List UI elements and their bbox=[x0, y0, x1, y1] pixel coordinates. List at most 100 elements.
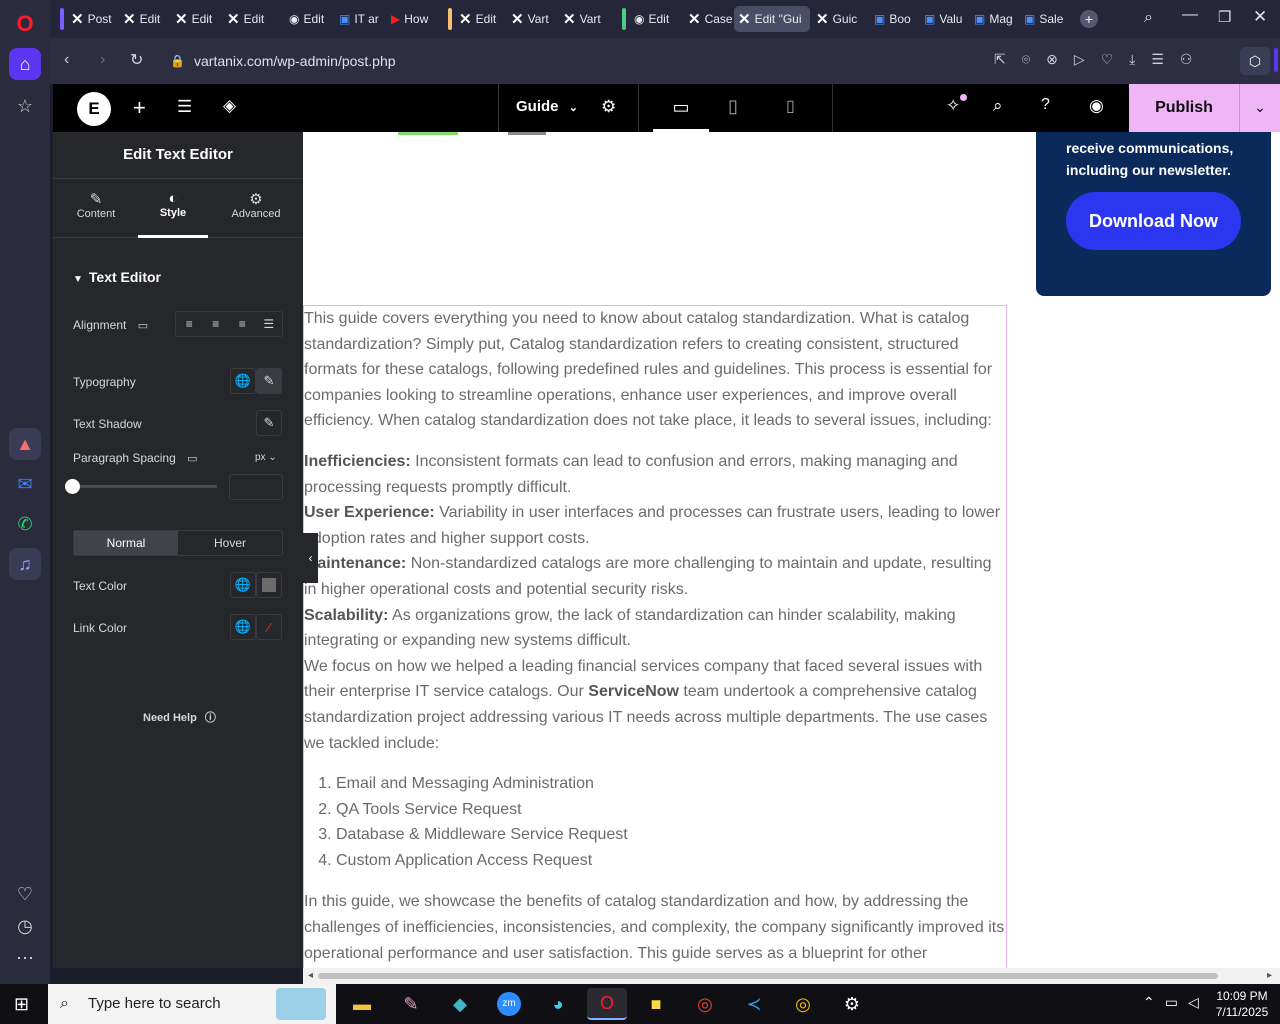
spacing-slider-track[interactable] bbox=[73, 485, 217, 488]
page-name-dropdown[interactable]: Guide ⌄ bbox=[516, 98, 578, 115]
tab-strip: ✕ Post ✕ Edit ✕ Edit ✕ Edit ◉ Edit ▣ IT ar ▶ Ho… bbox=[50, 0, 1280, 38]
star-icon[interactable]: ☆ bbox=[9, 90, 41, 122]
history-icon[interactable]: ◷ bbox=[9, 910, 41, 942]
need-help-link[interactable]: Need Help ⓘ bbox=[143, 709, 216, 725]
browser-tab[interactable]: ✕ Post bbox=[67, 6, 117, 32]
scroll-right-icon[interactable]: ▸ bbox=[1267, 970, 1272, 981]
spacing-slider-handle[interactable] bbox=[65, 479, 80, 494]
browser-tab[interactable]: ✕ Edit bbox=[223, 6, 273, 32]
tablet-view-icon[interactable]: ▯ bbox=[728, 96, 738, 117]
browser-tab-active[interactable]: ✕ Edit "Gui bbox=[734, 6, 810, 32]
link-color-empty-swatch[interactable]: ⁄ bbox=[256, 614, 282, 640]
sticky-notes-icon[interactable]: ■ bbox=[636, 988, 676, 1020]
spacing-input[interactable] bbox=[229, 474, 283, 500]
reload-icon[interactable]: ↻ bbox=[130, 50, 143, 70]
paint-icon[interactable]: ✎ bbox=[391, 988, 431, 1020]
align-center-icon[interactable]: ≡ bbox=[203, 312, 230, 336]
desktop-view-icon[interactable]: ▭ bbox=[653, 84, 709, 132]
state-hover-tab[interactable]: Hover bbox=[178, 531, 282, 555]
browser-tab[interactable]: ✕ Vart bbox=[507, 6, 557, 32]
preview-eye-icon[interactable]: ◉ bbox=[1089, 96, 1104, 116]
whatsapp-icon[interactable]: ✆ bbox=[9, 508, 41, 540]
tab-search-icon[interactable]: ⌕ bbox=[1144, 9, 1153, 27]
scroll-left-icon[interactable]: ◂ bbox=[308, 970, 313, 981]
zoom-icon[interactable]: zm bbox=[489, 988, 529, 1020]
new-tab-button[interactable]: + bbox=[1080, 10, 1098, 28]
mobile-view-icon[interactable]: ▯ bbox=[786, 96, 795, 116]
toolbar-icons[interactable]: ⇱⌾⊗▷♡⤓☰⚇ bbox=[994, 51, 1208, 68]
heart-icon[interactable]: ♡ bbox=[9, 878, 41, 910]
settings-sliders-icon[interactable]: ☰ bbox=[177, 97, 192, 117]
edit-typography-icon[interactable]: ✎ bbox=[256, 368, 282, 394]
search-icon[interactable]: ⌕ bbox=[993, 96, 1003, 116]
notifications-icon[interactable]: ✧ bbox=[946, 96, 960, 116]
chrome-icon[interactable]: ◎ bbox=[685, 988, 725, 1020]
page-settings-gear-icon[interactable]: ⚙ bbox=[601, 97, 616, 117]
browser-tab[interactable]: ▣ IT ar bbox=[335, 6, 383, 32]
more-icon[interactable]: ⋯ bbox=[9, 942, 41, 974]
vscode-icon[interactable]: ≺ bbox=[734, 988, 774, 1020]
opera-logo-icon[interactable]: O bbox=[9, 8, 41, 40]
browser-tab[interactable]: ✕ Case bbox=[684, 6, 732, 32]
browser-tab[interactable]: ◉ Edit bbox=[285, 6, 335, 32]
browser-tab[interactable]: ✕ Edit bbox=[119, 6, 169, 32]
browser-tab[interactable]: ▣ Boo bbox=[870, 6, 918, 32]
global-icon[interactable]: 🌐 bbox=[230, 572, 256, 598]
publish-options-chevron-icon[interactable]: ⌄ bbox=[1239, 84, 1280, 132]
windows-start-icon[interactable]: ⊞ bbox=[14, 994, 29, 1015]
back-icon[interactable]: ‹ bbox=[64, 51, 69, 69]
text-color-swatch[interactable] bbox=[256, 572, 282, 598]
download-now-button[interactable]: Download Now bbox=[1066, 192, 1241, 250]
edit-shadow-icon[interactable]: ✎ bbox=[256, 410, 282, 436]
app-icon[interactable]: ◆ bbox=[440, 988, 480, 1020]
elementor-icon: ✕ bbox=[511, 11, 524, 28]
tab-content[interactable]: ✎ Content bbox=[73, 190, 119, 220]
scrollbar-thumb[interactable] bbox=[318, 973, 1218, 979]
add-element-icon[interactable]: + bbox=[133, 95, 146, 121]
align-justify-icon[interactable]: ☰ bbox=[256, 312, 283, 336]
browser-tab[interactable]: ✕ Guic bbox=[812, 6, 860, 32]
elementor-logo-icon[interactable]: E bbox=[77, 92, 111, 126]
browser-tab[interactable]: ▶ How bbox=[387, 6, 437, 32]
tab-style[interactable]: ◐ Style bbox=[138, 190, 208, 238]
edge-icon[interactable]: ◕ bbox=[538, 988, 578, 1020]
messenger-icon[interactable]: ✉ bbox=[9, 468, 41, 500]
browser-tab[interactable]: ▣ Valu bbox=[920, 6, 968, 32]
browser-tab[interactable]: ▣ Sale bbox=[1020, 6, 1070, 32]
state-normal-tab[interactable]: Normal bbox=[74, 531, 178, 555]
global-icon[interactable]: 🌐 bbox=[230, 614, 256, 640]
tab-advanced[interactable]: ⚙ Advanced bbox=[228, 190, 284, 220]
file-explorer-icon[interactable]: ▬ bbox=[342, 988, 382, 1020]
taskbar-search-box[interactable]: ⌕ Type here to search bbox=[48, 984, 336, 1024]
browser-tab[interactable]: ▣ Mag bbox=[970, 6, 1018, 32]
publish-button[interactable]: Publish bbox=[1129, 84, 1239, 132]
browser-tab[interactable]: ✕ Edit bbox=[171, 6, 221, 32]
layers-icon[interactable]: ◈ bbox=[223, 96, 236, 116]
clock[interactable]: 10:09 PM 7/11/2025 bbox=[1212, 988, 1272, 1020]
maximize-icon[interactable]: ❐ bbox=[1218, 8, 1231, 26]
settings-icon[interactable]: ⚙ bbox=[832, 988, 872, 1020]
browser-tab[interactable]: ◉ Edit bbox=[630, 6, 682, 32]
aria-icon[interactable]: ▲ bbox=[9, 428, 41, 460]
align-right-icon[interactable]: ≡ bbox=[229, 312, 256, 336]
global-icon[interactable]: 🌐 bbox=[230, 368, 256, 394]
home-icon[interactable]: ⌂ bbox=[9, 48, 41, 80]
horizontal-scrollbar[interactable]: ◂ ▸ bbox=[303, 968, 1280, 984]
opera-taskbar-icon[interactable]: O bbox=[587, 988, 627, 1020]
system-tray-icons[interactable]: ⌃▭◁ bbox=[1143, 994, 1209, 1011]
elementor-icon: ✕ bbox=[175, 11, 188, 28]
browser-tab[interactable]: ✕ Edit bbox=[455, 6, 505, 32]
browser-tab[interactable]: ✕ Vart bbox=[559, 6, 609, 32]
extensions-icon[interactable]: ⬡ bbox=[1240, 47, 1270, 75]
align-left-icon[interactable]: ≡ bbox=[176, 312, 203, 336]
help-icon[interactable]: ? bbox=[1041, 96, 1050, 114]
music-icon[interactable]: ♫ bbox=[9, 548, 41, 580]
close-window-icon[interactable]: ✕ bbox=[1253, 7, 1267, 27]
text-editor-widget[interactable]: This guide covers everything you need to… bbox=[303, 305, 1007, 968]
chrome-icon[interactable]: ◎ bbox=[783, 988, 823, 1020]
minimize-icon[interactable]: — bbox=[1182, 6, 1198, 24]
unit-selector[interactable]: px ⌄ bbox=[255, 452, 277, 463]
collapse-panel-icon[interactable]: ‹ bbox=[303, 533, 318, 583]
section-header[interactable]: ▼ Text Editor bbox=[73, 269, 161, 285]
forward-icon[interactable]: › bbox=[100, 51, 105, 69]
